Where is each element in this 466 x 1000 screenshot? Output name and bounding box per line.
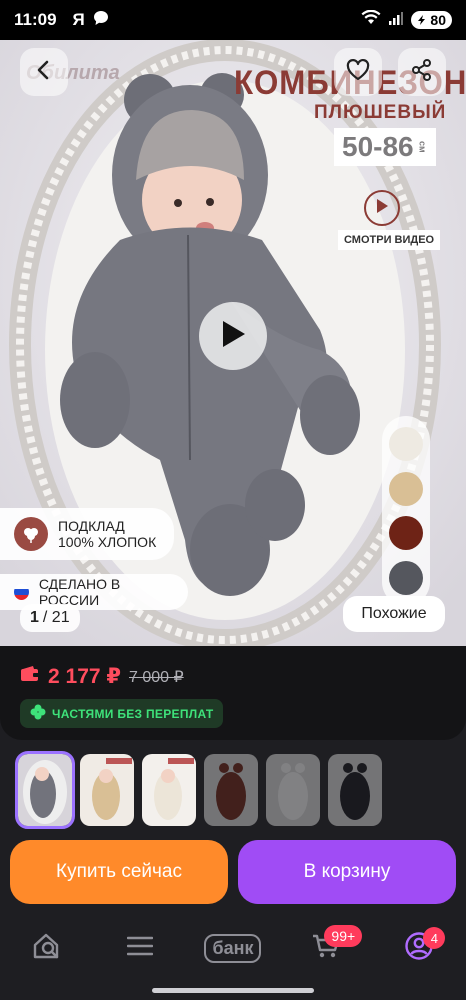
color-swatch-beige[interactable] <box>389 471 423 506</box>
wallet-icon <box>20 666 40 687</box>
nav-home[interactable] <box>17 923 77 973</box>
lining-line2: 100% ХЛОПОК <box>58 534 157 550</box>
color-swatch-grey[interactable] <box>389 560 423 595</box>
thumbnail-image <box>216 763 246 820</box>
wifi-icon <box>361 9 381 31</box>
product-gallery[interactable]: Обилита КОМБИНЕЗОН ПЛЮШЕВЫЙ 50-86 см СМО… <box>0 40 466 646</box>
thumbnail-image <box>340 763 370 820</box>
price-panel: 2 177 ₽ 7 000 ₽ ЧАСТЯМИ БЕЗ ПЕРЕПЛАТ <box>0 646 466 740</box>
cart-badge: 99+ <box>324 925 363 947</box>
battery-level: 80 <box>430 12 446 28</box>
profile-badge: 4 <box>423 927 446 949</box>
battery-indicator: 80 <box>411 11 452 29</box>
nav-bank[interactable]: банк <box>203 923 263 973</box>
image-counter-total: / 21 <box>42 609 70 626</box>
old-price: 7 000 ₽ <box>129 668 184 686</box>
lining-badge: ПОДКЛАД 100% ХЛОПОК <box>0 508 174 560</box>
yandex-icon: Я <box>72 10 85 29</box>
nav-profile[interactable]: 4 <box>389 923 449 973</box>
cotton-icon <box>14 517 48 551</box>
image-counter: 1 / 21 <box>20 604 80 632</box>
color-swatches <box>382 416 430 606</box>
thumbnail-4[interactable] <box>204 754 258 826</box>
play-icon <box>375 198 389 219</box>
thumbnail-6[interactable] <box>328 754 382 826</box>
installments-icon <box>30 704 46 723</box>
bottom-navigation: банк 99+ 4 <box>0 918 466 978</box>
image-counter-current: 1 <box>30 609 39 626</box>
back-button[interactable] <box>20 48 68 96</box>
message-icon <box>93 10 109 31</box>
share-icon <box>411 58 433 86</box>
thumbnail-1[interactable] <box>15 751 75 829</box>
thumbnail-3[interactable] <box>142 754 196 826</box>
product-banner-subtitle: ПЛЮШЕВЫЙ <box>314 102 447 123</box>
thumbnail-image <box>92 758 132 820</box>
menu-icon <box>126 936 153 961</box>
similar-button[interactable]: Похожие <box>343 596 445 632</box>
status-bar: 11:09 Я 80 <box>0 0 466 40</box>
size-range-value: 50-86 <box>342 131 414 162</box>
watch-video-button[interactable] <box>364 190 400 226</box>
buy-now-button[interactable]: Купить сейчас <box>10 840 228 904</box>
nav-catalog[interactable] <box>110 923 170 973</box>
signal-icon <box>389 10 404 30</box>
russia-flag-icon <box>14 584 29 600</box>
color-swatch-cream[interactable] <box>389 427 423 462</box>
installments-text: ЧАСТЯМИ БЕЗ ПЕРЕПЛАТ <box>52 706 214 721</box>
home-indicator[interactable] <box>152 988 314 993</box>
current-price: 2 177 ₽ <box>48 665 121 688</box>
thumbnail-image <box>154 758 194 820</box>
add-to-cart-button[interactable]: В корзину <box>238 840 456 904</box>
size-range: 50-86 см <box>334 128 436 166</box>
bank-label: банк <box>204 933 262 963</box>
favorite-button[interactable] <box>334 48 382 96</box>
color-swatch-brown[interactable] <box>389 516 423 551</box>
thumbnail-5[interactable] <box>266 754 320 826</box>
battery-icon <box>417 12 427 28</box>
home-search-icon <box>32 932 62 965</box>
play-icon <box>219 319 247 354</box>
nav-cart[interactable]: 99+ <box>296 923 363 973</box>
heart-icon <box>346 58 370 86</box>
status-time: 11:09 <box>14 10 57 29</box>
watch-video-label[interactable]: СМОТРИ ВИДЕО <box>338 230 441 250</box>
thumbnail-image <box>23 760 67 824</box>
play-video-button[interactable] <box>199 302 267 370</box>
thumbnail-image <box>278 763 308 820</box>
chevron-left-icon <box>33 59 55 86</box>
size-range-unit: см <box>417 141 428 153</box>
thumbnail-strip <box>15 751 382 829</box>
thumbnail-2[interactable] <box>80 754 134 826</box>
share-button[interactable] <box>398 48 446 96</box>
installments-badge[interactable]: ЧАСТЯМИ БЕЗ ПЕРЕПЛАТ <box>20 699 224 728</box>
lining-line1: ПОДКЛАД <box>58 518 125 534</box>
